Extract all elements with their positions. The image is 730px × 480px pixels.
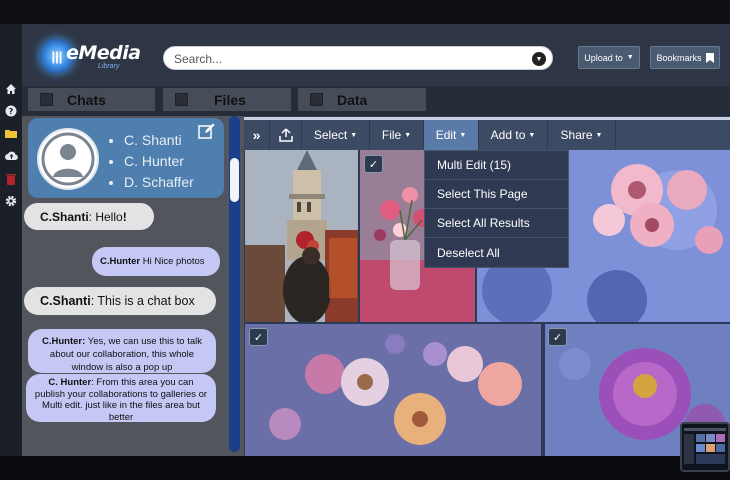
contact-name[interactable]: C. Hunter	[124, 151, 194, 172]
home-icon[interactable]	[4, 82, 18, 96]
tab-chats[interactable]: Chats	[28, 88, 155, 111]
chat-message: C. Hunter: From this area you can publis…	[26, 374, 216, 423]
caret-down-icon: ▼	[528, 131, 536, 139]
tab-files[interactable]: Files	[163, 88, 291, 111]
photo-select-checkbox[interactable]: ✓	[249, 328, 268, 346]
tab-checkbox[interactable]	[40, 93, 53, 106]
cloud-upload-icon[interactable]	[4, 148, 18, 162]
share-menu-button[interactable]: Share ▼	[548, 120, 616, 150]
search-dropdown-icon[interactable]: ▼	[532, 52, 546, 66]
bookmark-icon	[705, 52, 714, 63]
menu-item-multi-edit[interactable]: Multi Edit (15)	[425, 151, 568, 180]
message-sender: C.Shanti	[40, 210, 89, 224]
icon-rail: ?	[0, 24, 22, 456]
window-thumbnail-image	[682, 424, 728, 470]
menu-item-label: Deselect All	[437, 245, 500, 260]
tab-checkbox[interactable]	[175, 93, 188, 106]
tab-data[interactable]: Data	[298, 88, 426, 111]
menu-item-select-this-page[interactable]: Select This Page	[425, 180, 568, 209]
menu-item-label: Select All Results	[437, 216, 530, 230]
chat-message: C.Shanti: This is a chat box	[24, 287, 216, 315]
tower-photo-image	[245, 150, 358, 322]
edit-label: Edit	[435, 128, 457, 142]
photo-select-checkbox[interactable]: ✓	[548, 328, 567, 346]
search-box: ▼	[163, 46, 553, 70]
purple-flowers-photo-image	[245, 324, 541, 456]
tab-data-label: Data	[337, 91, 368, 108]
menu-item-label: Multi Edit (15)	[437, 158, 512, 172]
gallery-photo[interactable]	[245, 324, 541, 456]
gallery-photo[interactable]	[245, 150, 358, 322]
avatar[interactable]	[37, 128, 99, 190]
message-text: Hi Nice photos	[140, 256, 205, 267]
message-sender: C.Hunter	[100, 256, 141, 267]
minimized-window-preview[interactable]	[680, 422, 730, 472]
caret-down-icon: ▼	[404, 131, 412, 139]
caret-down-icon: ▼	[459, 131, 467, 139]
select-label: Select	[313, 128, 348, 142]
chat-message: C.Shanti: Hello!	[24, 203, 154, 230]
logo-text: eMedia	[66, 42, 141, 64]
emedia-logo[interactable]: ||| eMedia Library	[38, 38, 141, 74]
photo-select-checkbox[interactable]: ✓	[364, 155, 383, 173]
contact-name[interactable]: D. Schaffer	[124, 172, 194, 193]
bookmarks-button[interactable]: Bookmarks	[650, 46, 720, 69]
tab-checkbox[interactable]	[310, 93, 323, 106]
gallery-toolbar: » Select ▼ File ▼ Edit ▼ Add to ▼ Share ▼	[244, 120, 730, 150]
add-to-label: Add to	[490, 128, 526, 142]
chat-message: C.Hunter Hi Nice photos	[92, 247, 220, 276]
caret-down-icon: ▼	[595, 131, 603, 139]
share-label: Share	[560, 128, 593, 142]
tab-files-label: Files	[214, 91, 246, 108]
edit-menu-button[interactable]: Edit ▼	[424, 120, 479, 150]
chat-message: C.Hunter: Yes, we can use this to talk a…	[28, 329, 216, 373]
select-menu-button[interactable]: Select ▼	[302, 120, 370, 150]
message-text: : Hello	[88, 210, 123, 224]
message-sender: C. Hunter	[48, 377, 92, 388]
bookmarks-label: Bookmarks	[656, 52, 702, 63]
upload-to-button[interactable]: Upload to ▼	[578, 46, 640, 69]
upload-to-label: Upload to	[584, 52, 623, 63]
menu-item-select-all-results[interactable]: Select All Results	[425, 209, 568, 238]
file-menu-button[interactable]: File ▼	[370, 120, 424, 150]
contact-name[interactable]: C. Shanti	[124, 130, 194, 151]
tab-chats-label: Chats	[67, 91, 106, 108]
trash-icon[interactable]	[4, 172, 18, 186]
message-sender: C.Hunter:	[42, 336, 86, 347]
contact-card: C. Shanti C. Hunter D. Schaffer	[28, 118, 224, 198]
svg-text:?: ?	[9, 107, 14, 116]
caret-down-icon: ▼	[626, 54, 634, 61]
expand-button[interactable]: »	[244, 120, 270, 150]
search-input[interactable]	[174, 51, 534, 67]
user-icon	[41, 132, 95, 186]
caret-down-icon: ▼	[350, 131, 358, 139]
upload-button[interactable]	[270, 120, 302, 150]
menu-item-deselect-all[interactable]: Deselect All	[425, 238, 568, 267]
app-window: ? ||| eMedia Library ▼ Upload to ▼ Bookm…	[0, 0, 730, 480]
add-to-menu-button[interactable]: Add to ▼	[479, 120, 548, 150]
chat-scrollbar-thumb[interactable]	[230, 158, 239, 202]
file-label: File	[381, 128, 402, 142]
top-frame	[0, 0, 730, 24]
message-sender: C.Shanti	[40, 294, 91, 308]
bottom-frame	[0, 456, 730, 480]
message-text: : This is a chat box	[90, 294, 195, 308]
upload-icon	[278, 128, 293, 142]
contact-list: C. Shanti C. Hunter D. Schaffer	[110, 130, 194, 193]
menu-item-label: Select This Page	[437, 187, 528, 201]
help-icon[interactable]: ?	[4, 104, 18, 118]
edit-dropdown-menu: Multi Edit (15) Select This Page Select …	[424, 150, 569, 268]
settings-icon[interactable]	[4, 194, 18, 208]
expand-icon: »	[252, 127, 261, 143]
folder-icon[interactable]	[4, 126, 18, 140]
message-text-tail: !	[122, 210, 127, 224]
logo-subtitle: Library	[98, 63, 120, 70]
edit-icon[interactable]	[198, 123, 215, 140]
